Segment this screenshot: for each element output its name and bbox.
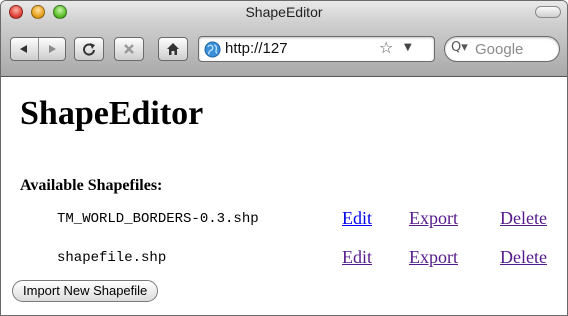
export-link[interactable]: Export — [409, 208, 458, 229]
toolbar-toggle-button[interactable] — [535, 6, 561, 18]
back-icon — [20, 45, 28, 53]
edit-link[interactable]: Edit — [342, 208, 372, 229]
delete-link[interactable]: Delete — [500, 208, 547, 229]
history-dropdown-icon[interactable]: ▼ — [404, 42, 412, 53]
stop-icon — [124, 44, 134, 54]
back-button[interactable] — [11, 38, 38, 60]
title-bar: ShapeEditor — [1, 1, 567, 23]
shapefile-row: shapefile.shp Edit Export Delete — [1, 247, 567, 271]
export-link[interactable]: Export — [409, 247, 458, 268]
shapefile-row: TM_WORLD_BORDERS-0.3.shp Edit Export Del… — [1, 208, 567, 232]
forward-icon — [48, 45, 56, 53]
edit-link[interactable]: Edit — [342, 247, 372, 268]
search-input[interactable] — [475, 40, 555, 58]
search-bar[interactable]: Q▾ — [444, 36, 560, 62]
shapefile-name: shapefile.shp — [57, 250, 167, 266]
browser-toolbar: http://127 ☆ ▼ Q▾ — [1, 23, 567, 77]
stop-button[interactable] — [114, 37, 144, 61]
shapefile-name: TM_WORLD_BORDERS-0.3.shp — [57, 211, 259, 227]
page-title: ShapeEditor — [20, 95, 204, 132]
page-content: ShapeEditor Available Shapefiles: TM_WOR… — [1, 78, 567, 315]
bookmark-star-icon[interactable]: ☆ — [379, 38, 393, 57]
forward-button[interactable] — [37, 38, 65, 60]
import-shapefile-button[interactable]: Import New Shapefile — [12, 280, 159, 302]
address-bar[interactable]: http://127 ☆ ▼ — [198, 36, 435, 62]
home-button[interactable] — [158, 37, 188, 61]
url-text[interactable]: http://127 — [225, 40, 288, 57]
reload-icon — [83, 43, 95, 56]
back-forward-group — [10, 37, 66, 61]
delete-link[interactable]: Delete — [500, 247, 547, 268]
window-title: ShapeEditor — [245, 4, 323, 20]
search-icon[interactable]: Q▾ — [451, 40, 468, 55]
reload-button[interactable] — [74, 37, 104, 61]
globe-icon — [204, 41, 221, 58]
home-icon — [167, 43, 179, 55]
section-heading: Available Shapefiles: — [20, 177, 163, 194]
browser-window: ShapeEditor http://127 ☆ ▼ Q▾ Google Sha… — [0, 0, 568, 316]
